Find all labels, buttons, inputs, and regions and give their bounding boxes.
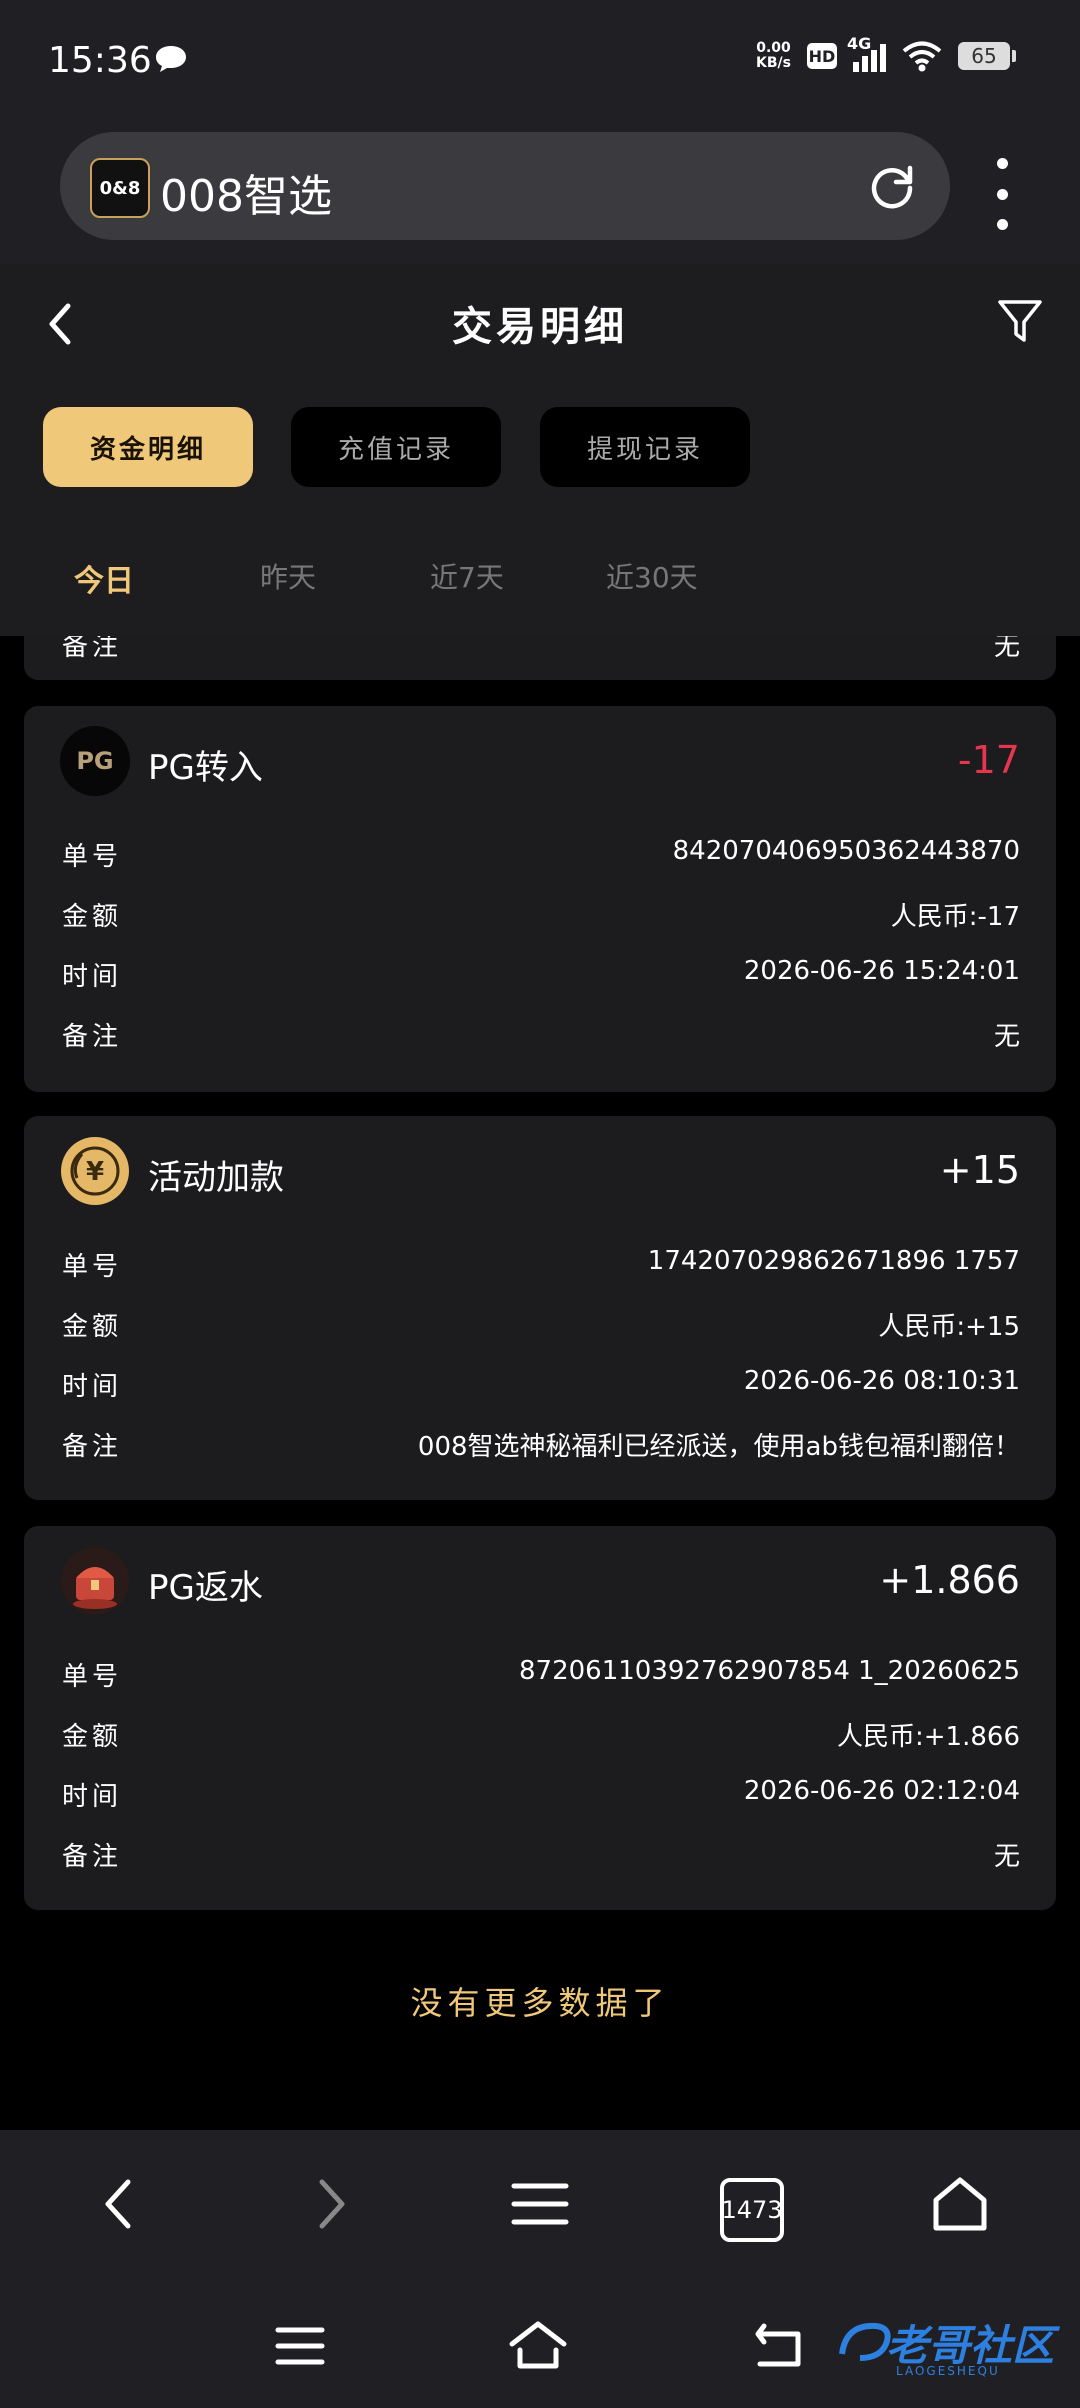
note-value: 无 xyxy=(993,1022,1020,1052)
watermark-subtext: LAOGESHEQU xyxy=(896,2364,1000,2378)
browser-menu-icon[interactable] xyxy=(510,2174,570,2234)
status-time: 15:36 xyxy=(48,40,152,81)
page-header: 交易明细 资金明细 充值记录 提现记录 今日 昨天 近7天 近30天 xyxy=(0,264,1080,636)
time-value: 2026-06-26 08:10:31 xyxy=(743,1366,1020,1396)
time-value: 2026-06-26 02:12:04 xyxy=(743,1776,1020,1806)
segment-withdraw-records[interactable]: 提现记录 xyxy=(540,407,750,487)
browser-forward-icon[interactable] xyxy=(300,2174,360,2234)
time-label: 时间 xyxy=(62,1372,123,1402)
time-value: 2026-06-26 15:24:01 xyxy=(743,956,1020,986)
browser-nav-bar: 1473 xyxy=(0,2130,1080,2280)
cellular-signal-icon: 4G xyxy=(847,34,886,72)
order-value: 842070406950362443870 xyxy=(672,836,1020,866)
time-label: 时间 xyxy=(62,962,123,992)
network-speed: 0.00 KB/s xyxy=(756,41,791,71)
amount-label: 金额 xyxy=(62,902,123,932)
status-indicators: 0.00 KB/s HD 4G 65 xyxy=(756,34,1016,72)
site-logo-icon: 0&8 xyxy=(90,158,150,218)
browser-toolbar: 0&8 008智选 xyxy=(0,124,1080,264)
record-amount: +1.866 xyxy=(879,1558,1020,1602)
order-label: 单号 xyxy=(62,1252,123,1282)
reload-icon[interactable] xyxy=(864,158,920,214)
record-type: 活动加款 xyxy=(148,1158,284,1198)
note-value: 008智选神秘福利已经派送，使用ab钱包福利翻倍！ xyxy=(417,1432,1020,1462)
network-speed-value: 0.00 xyxy=(756,40,791,56)
tab-7-days[interactable]: 近7天 xyxy=(430,556,504,596)
note-label: 备注 xyxy=(62,636,123,662)
browser-home-icon[interactable] xyxy=(930,2174,990,2234)
amount-label: 金额 xyxy=(62,1312,123,1342)
note-label: 备注 xyxy=(62,1432,123,1462)
tabs-count-button[interactable]: 1473 xyxy=(720,2178,784,2242)
treasure-chest-icon xyxy=(61,1547,129,1615)
system-nav-bar: 老哥社区 LAOGESHEQU xyxy=(0,2280,1080,2408)
hd-badge: HD xyxy=(807,43,837,69)
amount-value: 人民币:+1.866 xyxy=(837,1722,1020,1752)
network-speed-unit: KB/s xyxy=(756,55,791,71)
note-label: 备注 xyxy=(62,1842,123,1872)
segment-deposit-records[interactable]: 充值记录 xyxy=(291,407,501,487)
time-label: 时间 xyxy=(62,1782,123,1812)
amount-label: 金额 xyxy=(62,1722,123,1752)
record-amount: +15 xyxy=(939,1148,1020,1192)
page-title: 交易明细 xyxy=(452,304,628,350)
wifi-icon xyxy=(902,41,942,72)
no-more-data-text: 没有更多数据了 xyxy=(410,1984,670,2022)
note-label: 备注 xyxy=(62,1022,123,1052)
amount-value: 人民币:+15 xyxy=(878,1312,1020,1342)
more-menu-icon[interactable] xyxy=(990,158,1014,230)
note-value: 无 xyxy=(993,1842,1020,1872)
address-bar[interactable]: 0&8 008智选 xyxy=(60,132,950,240)
order-value: 174207029862671896 1757 xyxy=(647,1246,1020,1276)
amount-value: 人民币:-17 xyxy=(890,902,1020,932)
recents-icon[interactable] xyxy=(270,2320,330,2372)
svg-text:¥: ¥ xyxy=(86,1157,104,1187)
network-type: 4G xyxy=(847,34,872,53)
watermark-logo: 老哥社区 LAOGESHEQU xyxy=(836,2308,1066,2384)
return-icon[interactable] xyxy=(750,2320,810,2372)
home-icon[interactable] xyxy=(508,2320,568,2372)
status-bar: 15:36 0.00 KB/s HD 4G 65 xyxy=(0,0,1080,124)
site-title: 008智选 xyxy=(160,171,332,222)
browser-back-icon[interactable] xyxy=(90,2174,150,2234)
record-card[interactable]: PG返水 +1.866 单号 87206110392762907854 1_20… xyxy=(24,1526,1056,1910)
record-amount: -17 xyxy=(957,738,1020,782)
record-type: PG返水 xyxy=(148,1568,263,1608)
order-label: 单号 xyxy=(62,1662,123,1692)
order-label: 单号 xyxy=(62,842,123,872)
tab-yesterday[interactable]: 昨天 xyxy=(260,556,316,596)
record-card[interactable]: ¥ 活动加款 +15 单号 174207029862671896 1757 金额… xyxy=(24,1116,1056,1500)
battery-icon: 65 xyxy=(958,42,1016,70)
note-value: 无 xyxy=(993,636,1020,662)
record-type: PG转入 xyxy=(148,748,263,788)
pg-logo-icon: PG xyxy=(60,726,130,796)
order-value: 87206110392762907854 1_20260625 xyxy=(519,1656,1020,1686)
chat-bubble-icon xyxy=(156,46,186,72)
record-card-partial: 备注 无 xyxy=(24,636,1056,680)
record-card[interactable]: PG PG转入 -17 单号 842070406950362443870 金额 … xyxy=(24,706,1056,1092)
tab-today[interactable]: 今日 xyxy=(74,556,134,600)
tab-30-days[interactable]: 近30天 xyxy=(606,556,698,596)
yuan-coin-icon: ¥ xyxy=(61,1137,129,1205)
segment-fund-details[interactable]: 资金明细 xyxy=(43,407,253,487)
filter-icon[interactable] xyxy=(996,294,1044,348)
